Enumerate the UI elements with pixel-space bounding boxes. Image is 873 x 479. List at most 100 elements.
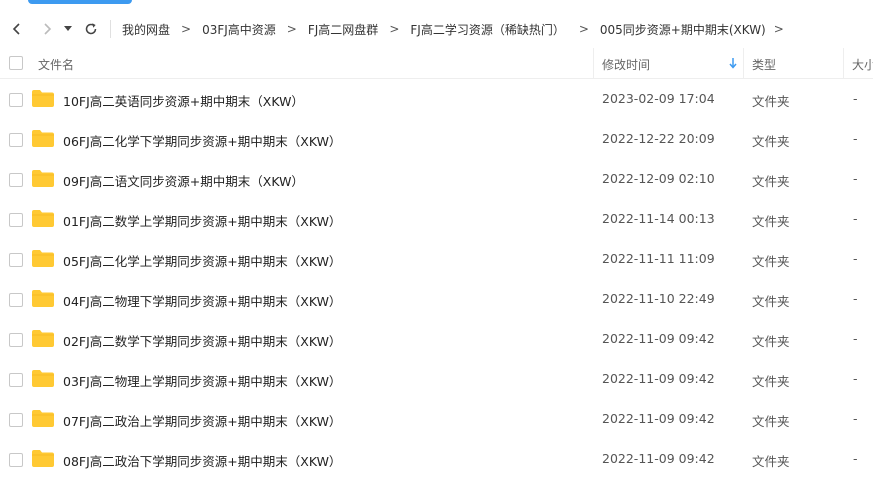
file-row[interactable]: 08FJ高二政治下学期同步资源+期中期末（XKW） 2022-11-09 09:… <box>0 439 873 479</box>
file-type: 文件夹 <box>752 294 790 309</box>
file-list-header: 文件名 修改时间 类型 大小 <box>0 48 873 79</box>
breadcrumb-item[interactable]: 03FJ高中资源 <box>202 21 276 38</box>
file-size: - <box>853 371 858 386</box>
file-name[interactable]: 04FJ高二物理下学期同步资源+期中期末（XKW） <box>63 291 341 310</box>
file-type: 文件夹 <box>752 134 790 149</box>
column-header-size[interactable]: 大小 <box>852 56 873 73</box>
file-name[interactable]: 02FJ高二数学下学期同步资源+期中期末（XKW） <box>63 331 341 350</box>
file-modified: 2022-12-09 02:10 <box>602 171 715 186</box>
file-type: 文件夹 <box>752 254 790 269</box>
file-type: 文件夹 <box>752 174 790 189</box>
breadcrumb-item-current[interactable]: 005同步资源+期中期末(XKW) <box>600 21 766 38</box>
file-modified: 2022-11-09 09:42 <box>602 411 715 426</box>
arrow-down-icon[interactable] <box>728 56 738 70</box>
breadcrumb-separator: > <box>181 22 192 36</box>
row-checkbox[interactable] <box>9 93 23 107</box>
file-row[interactable]: 06FJ高二化学下学期同步资源+期中期末（XKW） 2022-12-22 20:… <box>0 119 873 159</box>
file-name[interactable]: 05FJ高二化学上学期同步资源+期中期末（XKW） <box>63 251 341 270</box>
file-modified: 2022-11-11 11:09 <box>602 251 715 266</box>
file-type: 文件夹 <box>752 334 790 349</box>
column-divider[interactable] <box>743 48 744 78</box>
file-modified: 2022-11-09 09:42 <box>602 371 715 386</box>
file-modified: 2022-11-14 00:13 <box>602 211 715 226</box>
select-all-checkbox[interactable] <box>9 56 23 70</box>
file-name[interactable]: 01FJ高二数学上学期同步资源+期中期末（XKW） <box>63 211 341 230</box>
folder-icon <box>32 330 54 347</box>
breadcrumb: 我的网盘 > 03FJ高中资源 > FJ高二网盘群 > FJ高二学习资源（稀缺热… <box>122 19 795 39</box>
file-row[interactable]: 05FJ高二化学上学期同步资源+期中期末（XKW） 2022-11-11 11:… <box>0 239 873 279</box>
file-modified: 2023-02-09 17:04 <box>602 91 715 106</box>
file-type: 文件夹 <box>752 374 790 389</box>
file-size: - <box>853 331 858 346</box>
file-list: 10FJ高二英语同步资源+期中期末（XKW） 2023-02-09 17:04 … <box>0 79 873 479</box>
folder-icon <box>32 450 54 467</box>
forward-button[interactable] <box>36 18 58 40</box>
file-size: - <box>853 251 858 266</box>
file-modified: 2022-11-10 22:49 <box>602 291 715 306</box>
back-button[interactable] <box>6 18 28 40</box>
history-dropdown-button[interactable] <box>60 18 76 40</box>
row-checkbox[interactable] <box>9 293 23 307</box>
folder-icon <box>32 250 54 267</box>
file-name[interactable]: 06FJ高二化学下学期同步资源+期中期末（XKW） <box>63 131 341 150</box>
file-name[interactable]: 08FJ高二政治下学期同步资源+期中期末（XKW） <box>63 451 341 470</box>
file-row[interactable]: 04FJ高二物理下学期同步资源+期中期末（XKW） 2022-11-10 22:… <box>0 279 873 319</box>
file-size: - <box>853 91 858 106</box>
file-modified: 2022-12-22 20:09 <box>602 131 715 146</box>
navigation-toolbar: 我的网盘 > 03FJ高中资源 > FJ高二网盘群 > FJ高二学习资源（稀缺热… <box>0 8 873 48</box>
toolbar-divider <box>110 20 111 38</box>
row-checkbox[interactable] <box>9 413 23 427</box>
file-modified: 2022-11-09 09:42 <box>602 451 715 466</box>
row-checkbox[interactable] <box>9 373 23 387</box>
column-header-name[interactable]: 文件名 <box>38 56 74 73</box>
column-header-modified[interactable]: 修改时间 <box>602 56 650 73</box>
row-checkbox[interactable] <box>9 253 23 267</box>
breadcrumb-item[interactable]: 我的网盘 <box>122 21 170 38</box>
file-size: - <box>853 171 858 186</box>
breadcrumb-item[interactable]: FJ高二网盘群 <box>308 21 378 38</box>
file-row[interactable]: 02FJ高二数学下学期同步资源+期中期末（XKW） 2022-11-09 09:… <box>0 319 873 359</box>
chevron-left-icon <box>12 23 20 35</box>
file-size: - <box>853 211 858 226</box>
folder-icon <box>32 130 54 147</box>
file-row[interactable]: 10FJ高二英语同步资源+期中期末（XKW） 2023-02-09 17:04 … <box>0 79 873 119</box>
breadcrumb-separator: > <box>286 22 297 36</box>
column-divider[interactable] <box>593 48 594 78</box>
refresh-icon <box>85 23 97 35</box>
file-name[interactable]: 07FJ高二政治上学期同步资源+期中期末（XKW） <box>63 411 341 430</box>
refresh-button[interactable] <box>80 18 102 40</box>
file-name[interactable]: 10FJ高二英语同步资源+期中期末（XKW） <box>63 91 304 110</box>
row-checkbox[interactable] <box>9 213 23 227</box>
file-row[interactable]: 01FJ高二数学上学期同步资源+期中期末（XKW） 2022-11-14 00:… <box>0 199 873 239</box>
breadcrumb-separator: > <box>773 22 784 36</box>
folder-icon <box>32 90 54 107</box>
file-type: 文件夹 <box>752 454 790 469</box>
file-size: - <box>853 451 858 466</box>
file-name[interactable]: 03FJ高二物理上学期同步资源+期中期末（XKW） <box>63 371 341 390</box>
file-type: 文件夹 <box>752 94 790 109</box>
file-type: 文件夹 <box>752 414 790 429</box>
column-header-type[interactable]: 类型 <box>752 56 776 73</box>
file-modified: 2022-11-09 09:42 <box>602 331 715 346</box>
chevron-right-icon <box>44 23 52 35</box>
column-divider[interactable] <box>843 48 844 78</box>
file-size: - <box>853 291 858 306</box>
row-checkbox[interactable] <box>9 453 23 467</box>
active-tab-indicator <box>28 0 132 4</box>
row-checkbox[interactable] <box>9 173 23 187</box>
caret-down-icon <box>64 26 72 31</box>
row-checkbox[interactable] <box>9 133 23 147</box>
breadcrumb-separator: > <box>389 22 400 36</box>
folder-icon <box>32 410 54 427</box>
folder-icon <box>32 370 54 387</box>
file-row[interactable]: 07FJ高二政治上学期同步资源+期中期末（XKW） 2022-11-09 09:… <box>0 399 873 439</box>
file-size: - <box>853 131 858 146</box>
file-name[interactable]: 09FJ高二语文同步资源+期中期末（XKW） <box>63 171 304 190</box>
folder-icon <box>32 170 54 187</box>
row-checkbox[interactable] <box>9 333 23 347</box>
file-row[interactable]: 09FJ高二语文同步资源+期中期末（XKW） 2022-12-09 02:10 … <box>0 159 873 199</box>
file-row[interactable]: 03FJ高二物理上学期同步资源+期中期末（XKW） 2022-11-09 09:… <box>0 359 873 399</box>
file-size: - <box>853 411 858 426</box>
breadcrumb-item[interactable]: FJ高二学习资源（稀缺热门） <box>410 21 564 38</box>
breadcrumb-separator: > <box>578 22 589 36</box>
